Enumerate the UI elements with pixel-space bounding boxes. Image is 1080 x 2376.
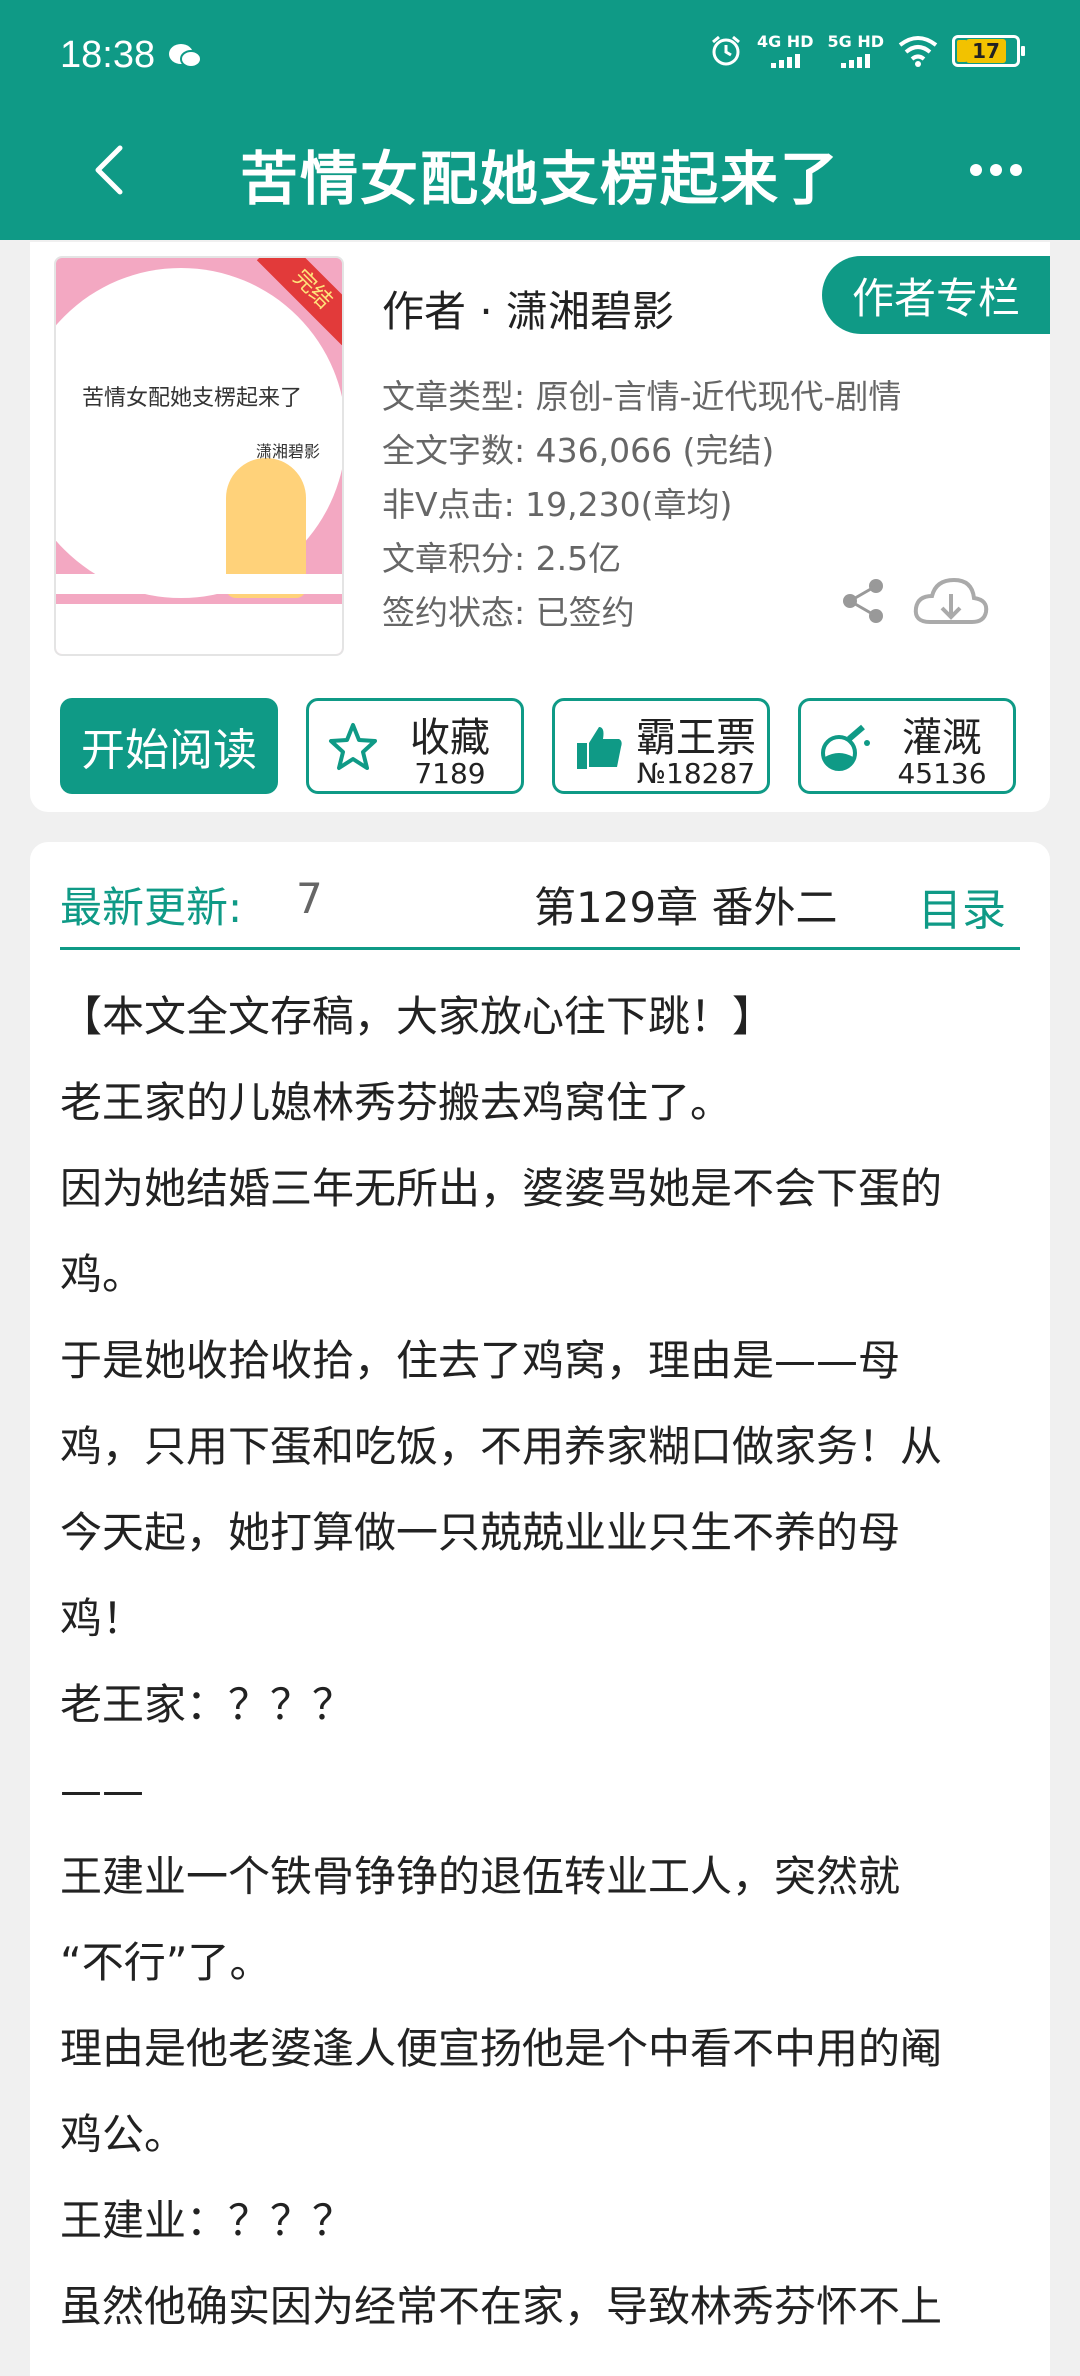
synopsis-line: ——: [60, 1766, 144, 1815]
battery-indicator: 17: [952, 35, 1025, 67]
latest-update-label: 最新更新:: [60, 883, 243, 932]
synopsis-line: 理由是他老婆逢人便宣扬他是个中看不中用的阉: [60, 2024, 943, 2073]
irrigate-label: 灌溉: [902, 715, 982, 761]
latest-update-row[interactable]: 最新更新: 7 第129章 番外二 目录: [60, 864, 1020, 950]
ticket-button[interactable]: 霸王票 №18287: [552, 698, 770, 794]
synopsis-line: 老王家的儿媳林秀芬搬去鸡窝住了。: [60, 1078, 733, 1127]
synopsis-line: 虽然他确实因为经常不在家，导致林秀芬怀不上: [60, 2282, 943, 2331]
ticket-count: №18287: [636, 757, 756, 790]
book-info-list: 文章类型: 原创-言情-近代现代-剧情 全文字数: 436,066 (完结) 非…: [382, 370, 901, 640]
wechat-icon: [169, 44, 202, 68]
info-sign-status: 签约状态: 已签约: [382, 593, 635, 632]
page-title: 苦情女配她支楞起来了: [239, 145, 840, 213]
synopsis-line: 王建业：？？？: [60, 2196, 355, 2245]
book-cover[interactable]: 苦情女配她支楞起来了 潇湘碧影 完结: [54, 256, 344, 656]
synopsis-line: “不行”了。: [60, 1938, 272, 1987]
cover-author: 潇湘碧影: [256, 442, 321, 461]
collect-label: 收藏: [410, 715, 490, 761]
start-reading-button[interactable]: 开始阅读: [60, 698, 278, 794]
cloud-download-icon[interactable]: [910, 572, 992, 632]
action-buttons: 开始阅读 收藏 7189 霸王票 №18287 灌溉 45136: [60, 698, 1020, 796]
ticket-label: 霸王票: [636, 715, 756, 761]
info-word-count: 全文字数: 436,066 (完结): [382, 431, 775, 470]
book-synopsis: 【本文全文存稿，大家放心往下跳！】 老王家的儿媳林秀芬搬去鸡窝住了。 因为她结婚…: [60, 974, 1040, 2350]
synopsis-line: 鸡，只用下蛋和吃饭，不用养家糊口做家务！从: [60, 1422, 943, 1471]
app-header: 18:38 4G HD 5G HD 17 苦情女配她支楞起来了: [0, 0, 1080, 240]
irrigate-button[interactable]: 灌溉 45136: [798, 698, 1016, 794]
nav-bar: 苦情女配她支楞起来了: [0, 120, 1080, 220]
wifi-icon: [898, 36, 938, 67]
status-bar: 18:38 4G HD 5G HD 17: [0, 0, 1080, 110]
intro-card: 最新更新: 7 第129章 番外二 目录 【本文全文存稿，大家放心往下跳！】 老…: [30, 842, 1050, 2376]
synopsis-line: 因为她结婚三年无所出，婆婆骂她是不会下蛋的: [60, 1164, 943, 1213]
collect-count: 7189: [414, 757, 486, 790]
thumbs-up-icon: [577, 727, 622, 769]
more-menu-icon[interactable]: [970, 164, 1022, 176]
signal-5g: 5G HD: [827, 34, 884, 68]
star-icon: [329, 723, 377, 770]
collect-button[interactable]: 收藏 7189: [306, 698, 524, 794]
author-column-button[interactable]: 作者专栏: [822, 256, 1050, 334]
latest-update-date: 7: [296, 874, 323, 923]
info-type: 文章类型: 原创-言情-近代现代-剧情: [382, 377, 902, 416]
irrigate-count: 45136: [897, 757, 987, 790]
synopsis-line: 鸡。: [60, 1250, 145, 1299]
signal-4g: 4G HD: [757, 34, 813, 68]
share-icon[interactable]: [838, 576, 888, 626]
synopsis-line: 于是她收拾收拾，住去了鸡窝，理由是——母: [60, 1336, 901, 1385]
author-name[interactable]: 作者 · 潇湘碧影: [382, 278, 674, 339]
synopsis-line: 王建业一个铁骨铮铮的退伍转业工人，突然就: [60, 1852, 901, 1901]
latest-chapter[interactable]: 第129章 番外二: [534, 874, 838, 935]
flask-icon: [821, 724, 870, 771]
status-time: 18:38: [60, 34, 156, 76]
synopsis-line: 鸡公。: [60, 2110, 187, 2159]
toc-link[interactable]: 目录: [918, 874, 1006, 938]
info-score: 文章积分: 2.5亿: [382, 539, 622, 578]
synopsis-line: 今天起，她打算做一只兢兢业业只生不养的母: [60, 1508, 901, 1557]
cover-title: 苦情女配她支楞起来了: [82, 386, 303, 411]
book-info-card: 苦情女配她支楞起来了 潇湘碧影 完结 作者 · 潇湘碧影 作者专栏 文章类型: …: [30, 242, 1050, 812]
info-clicks: 非Ⅴ点击: 19,230(章均): [382, 485, 733, 524]
synopsis-line: 老王家：？？？: [60, 1680, 355, 1729]
synopsis-line: 【本文全文存稿，大家放心往下跳！】: [60, 992, 775, 1041]
synopsis-line: 鸡！: [60, 1594, 145, 1643]
alarm-icon: [712, 35, 740, 66]
